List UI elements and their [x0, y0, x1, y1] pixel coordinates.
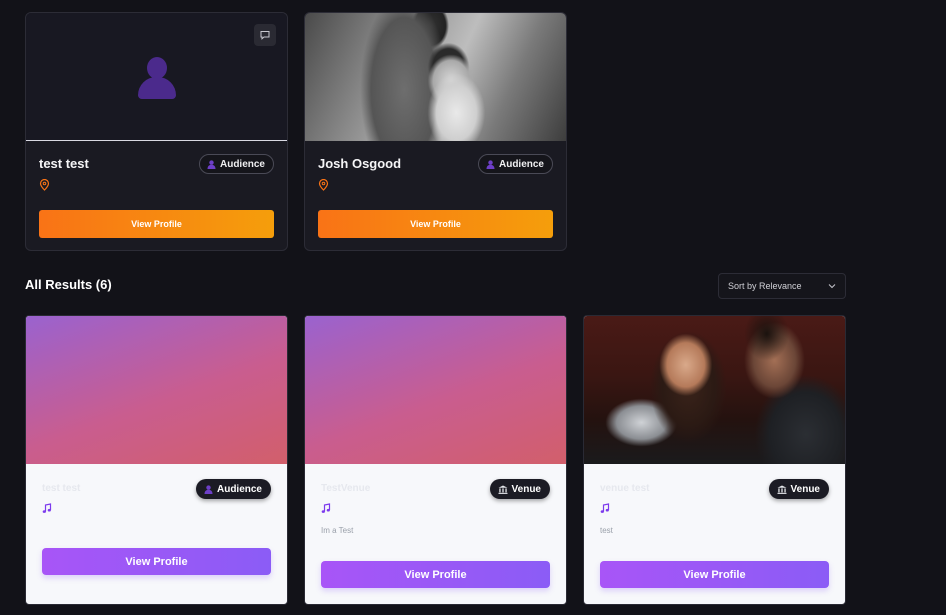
role-badge: Audience — [195, 479, 271, 499]
person-icon — [207, 159, 216, 169]
result-name: TestVenue — [321, 483, 371, 494]
person-icon — [204, 484, 213, 494]
view-profile-button[interactable]: View Profile — [321, 561, 550, 588]
profile-image-placeholder — [26, 13, 287, 141]
cover-gradient — [26, 316, 287, 464]
music-note-icon — [600, 503, 610, 513]
profile-name: Josh Osgood — [318, 156, 402, 171]
role-badge-label: Venue — [511, 483, 541, 495]
result-description: Im a Test — [321, 526, 354, 535]
role-badge: Venue — [489, 479, 550, 499]
building-icon — [777, 485, 787, 494]
cover-gradient — [305, 316, 566, 464]
user-silhouette-icon — [138, 57, 176, 99]
result-card: venue test Venue test View Profile — [583, 315, 846, 605]
building-icon — [498, 485, 508, 494]
role-badge-label: Venue — [790, 483, 820, 495]
role-badge: Venue — [768, 479, 829, 499]
result-card: TestVenue Venue Im a Test View Profile — [304, 315, 567, 605]
view-profile-button[interactable]: View Profile — [39, 210, 274, 238]
result-card: test test Audience View Profile — [25, 315, 288, 605]
profile-photo — [305, 13, 566, 141]
role-badge: Audience — [198, 154, 274, 174]
view-profile-button[interactable]: View Profile — [318, 210, 553, 238]
location-pin-icon — [39, 179, 50, 191]
role-badge: Audience — [477, 154, 553, 174]
featured-profile-card: test test Audience View Profile — [25, 12, 288, 251]
view-profile-button[interactable]: View Profile — [42, 548, 271, 575]
results-heading: All Results (6) — [25, 277, 112, 292]
result-description: test — [600, 526, 613, 535]
chevron-down-icon — [828, 284, 836, 289]
profile-name: test test — [39, 156, 89, 171]
location-pin-icon — [318, 179, 329, 191]
message-button[interactable] — [254, 24, 276, 46]
result-name: venue test — [600, 483, 650, 494]
view-profile-button[interactable]: View Profile — [600, 561, 829, 588]
featured-profile-card: Josh Osgood Audience View Profile — [304, 12, 567, 251]
sort-dropdown-value: Sort by Relevance — [728, 281, 802, 291]
role-badge-label: Audience — [219, 158, 265, 170]
result-name: test test — [42, 483, 81, 494]
role-badge-label: Audience — [216, 483, 262, 495]
person-icon — [486, 159, 495, 169]
sort-dropdown[interactable]: Sort by Relevance — [718, 273, 846, 299]
music-note-icon — [321, 503, 331, 513]
role-badge-label: Audience — [498, 158, 544, 170]
music-note-icon — [42, 503, 52, 513]
chat-bubble-icon — [260, 31, 270, 40]
venue-photo — [584, 316, 845, 464]
